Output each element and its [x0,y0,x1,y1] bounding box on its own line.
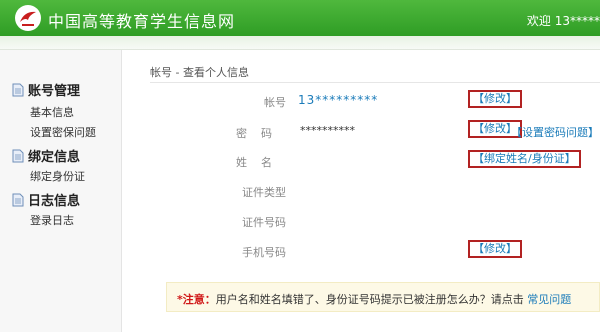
account-label: 帐号 [264,96,286,109]
divider [150,82,600,83]
sidebar: 账号管理 基本信息 设置密保问题 绑定信息 绑定身份证 日志信息 登录日志 [0,50,122,332]
set-password-question-link[interactable]: 【设置密码问题】 [511,124,599,140]
main-content: 帐号 - 查看个人信息 帐号 13********* 【修改】 密码 *****… [122,50,600,332]
site-header: 中国高等教育学生信息网 欢迎 13***** [0,0,600,36]
sidebar-item-basic-info[interactable]: 基本信息 [30,104,74,120]
document-icon [12,83,24,97]
sidebar-item-bind-id[interactable]: 绑定身份证 [30,168,85,184]
welcome-text: 欢迎 13***** [526,14,600,28]
sidebar-section-label: 绑定信息 [28,150,81,165]
notice-message: 用户名和姓名填错了、身份证号码提示已被注册怎么办？请点击 [215,293,528,306]
sidebar-section-log[interactable]: 日志信息 [12,190,80,209]
id-number-label: 证件号码 [242,216,286,229]
sidebar-section-label: 日志信息 [28,194,81,209]
faq-link[interactable]: 常见问题 [527,293,571,306]
sidebar-section-account[interactable]: 账号管理 [12,80,80,99]
account-value: 13********* [298,93,379,107]
id-type-label: 证件类型 [242,186,286,199]
password-label: 密码 [236,127,286,140]
header-subbar [0,36,600,50]
notice-prefix: *注意： [177,293,216,306]
sidebar-item-security-question[interactable]: 设置密保问题 [30,124,96,140]
modify-phone-button[interactable]: 【修改】 [468,240,522,258]
password-value: ********** [300,124,355,137]
breadcrumb: 帐号 - 查看个人信息 [150,66,249,79]
site-title: 中国高等教育学生信息网 [48,12,236,31]
sidebar-section-binding[interactable]: 绑定信息 [12,146,80,165]
document-icon [12,149,24,163]
modify-account-button[interactable]: 【修改】 [468,90,522,108]
sidebar-section-label: 账号管理 [28,84,81,99]
notice-text: *注意：用户名和姓名填错了、身份证号码提示已被注册怎么办？请点击 常见问题 [177,291,571,307]
phone-label: 手机号码 [242,246,286,259]
bind-name-id-button[interactable]: 【绑定姓名/身份证】 [468,150,581,168]
logo-icon[interactable] [14,4,42,32]
sidebar-item-login-log[interactable]: 登录日志 [30,212,74,228]
notice-box: *注意：用户名和姓名填错了、身份证号码提示已被注册怎么办？请点击 常见问题 [166,282,600,312]
document-icon [12,193,24,207]
name-label: 姓名 [236,156,286,169]
